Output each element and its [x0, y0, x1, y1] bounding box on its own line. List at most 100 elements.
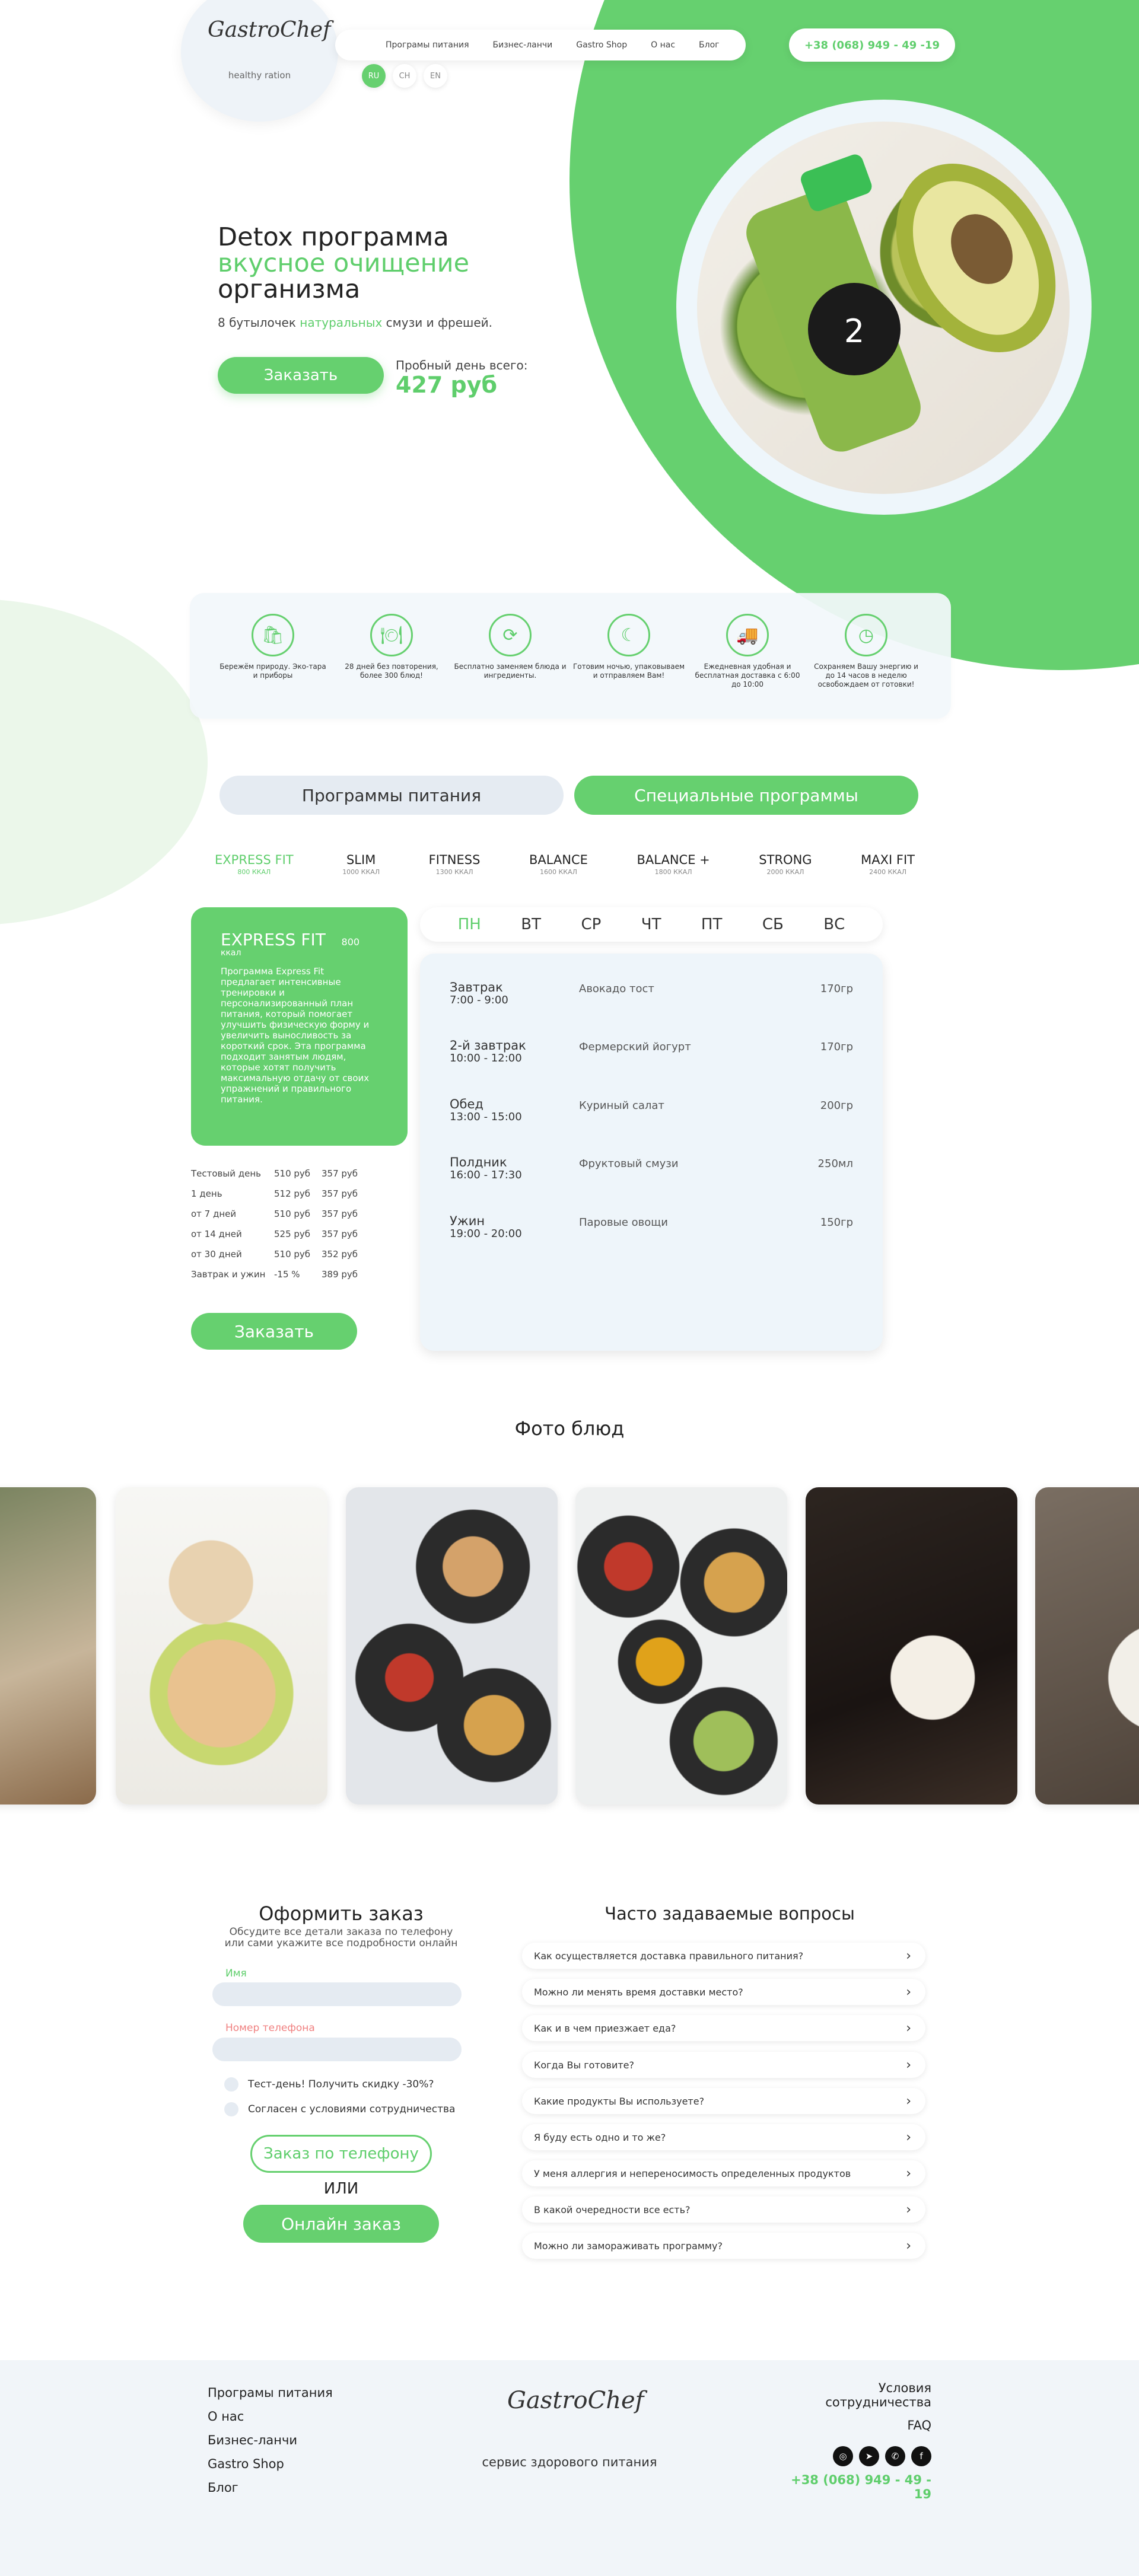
footer-link-shop[interactable]: Gastro Shop	[208, 2452, 333, 2476]
trial-discount-checkbox[interactable]: Тест-день! Получить скидку -30%?	[224, 2077, 434, 2092]
nav-item-business-lunch[interactable]: Бизнес-ланчи	[493, 40, 553, 50]
hero-order-button[interactable]: Заказать	[218, 357, 384, 394]
order-by-phone-button[interactable]: Заказ по телефону	[250, 2135, 432, 2173]
faq-item[interactable]: Когда Вы готовите? ›	[522, 2052, 925, 2078]
tab-day-thu[interactable]: ЧТ	[641, 916, 661, 933]
footer-link-programs[interactable]: Програмы питания	[208, 2381, 333, 2405]
tab-day-fri[interactable]: ПТ	[701, 916, 722, 933]
faq-item[interactable]: Можно ли замораживать программу? ›	[522, 2233, 925, 2259]
nav-item-programs[interactable]: Програмы питания	[386, 40, 469, 50]
footer-terms-link[interactable]: Условия сотрудничества	[771, 2381, 931, 2409]
tab-nutrition-programs[interactable]: Программы питания	[219, 776, 564, 815]
tab-day-mon[interactable]: ПН	[458, 916, 481, 933]
nav-item-about[interactable]: О нас	[651, 40, 675, 50]
tab-day-tue[interactable]: ВТ	[521, 916, 541, 933]
meal-row: Обед 13:00 - 15:00 Куриный салат 200гр	[450, 1098, 853, 1123]
telegram-icon[interactable]: ➤	[859, 2446, 879, 2466]
weekday-tabs: ПН ВТ СР ЧТ ПТ СБ ВС	[420, 907, 883, 942]
footer-link-about[interactable]: О нас	[208, 2405, 333, 2428]
meal-weight: 250мл	[817, 1158, 853, 1170]
name-field[interactable]	[212, 1982, 462, 2006]
faq-item[interactable]: Как осуществляется доставка правильного …	[522, 1943, 925, 1969]
feature-delivery: 🚚 Ежедневная удобная и бесплатная доставк…	[691, 614, 804, 689]
faq-item[interactable]: У меня аллергия и непереносимость опреде…	[522, 2160, 925, 2186]
plan-fitness[interactable]: FITNESS 1300 ККАЛ	[429, 853, 481, 876]
order-form-subtitle: Обсудите все детали заказа по телефону ил…	[211, 1927, 472, 1949]
faq-question: У меня аллергия и непереносимость опреде…	[534, 2167, 851, 2179]
dish-photo[interactable]	[1035, 1487, 1139, 1805]
viber-icon[interactable]: ✆	[885, 2446, 905, 2466]
swap-icon: ⟳	[489, 614, 532, 656]
plan-balance-plus[interactable]: BALANCE +1800 ККАЛ	[637, 853, 710, 876]
program-order-button[interactable]: Заказать	[191, 1313, 357, 1350]
tab-day-sun[interactable]: ВС	[823, 916, 845, 933]
dish-photo[interactable]	[116, 1487, 327, 1805]
slider-dot-1[interactable]	[543, 515, 552, 523]
checkbox-circle[interactable]	[224, 2102, 238, 2116]
faq-title: Часто задаваемые вопросы	[605, 1904, 855, 1924]
tab-day-sat[interactable]: СБ	[762, 916, 784, 933]
header-phone-button[interactable]: +38 (068) 949 - 49 -19	[789, 28, 955, 62]
slider-prev-icon[interactable]: ‹	[534, 512, 539, 525]
meal-name: 2-й завтрак	[450, 1038, 526, 1053]
faq-item[interactable]: В какой очередности все есть? ›	[522, 2196, 925, 2223]
plan-slim[interactable]: SLIM 1000 ККАЛ	[342, 853, 380, 876]
hero-photo-illustration: 2	[746, 154, 1056, 452]
terms-checkbox[interactable]: Согласен с условиями сотрудничества	[224, 2102, 455, 2116]
nav-item-blog[interactable]: Блог	[699, 40, 719, 50]
tab-day-wed[interactable]: СР	[581, 916, 601, 933]
faq-question: Можно ли замораживать программу?	[534, 2240, 723, 2252]
online-order-button[interactable]: Онлайн заказ	[243, 2205, 439, 2243]
dish-photo[interactable]	[806, 1487, 1017, 1805]
footer-phone[interactable]: +38 (068) 949 - 49 - 19	[771, 2473, 931, 2501]
checkbox-circle[interactable]	[224, 2077, 238, 2092]
lang-ru[interactable]: RU	[362, 64, 386, 88]
plan-name: FITNESS	[428, 853, 481, 867]
faq-item[interactable]: Можно ли менять время доставки место? ›	[522, 1979, 925, 2005]
lang-en[interactable]: EN	[424, 64, 447, 88]
trial-price: 427 руб	[396, 372, 498, 398]
plan-name: MAXI FIT	[861, 853, 915, 867]
faq-item[interactable]: Как и в чем приезжает еда? ›	[522, 2015, 925, 2041]
plan-kcal: 800 ККАЛ	[237, 868, 271, 876]
footer-faq-link[interactable]: FAQ	[771, 2418, 931, 2432]
hero-title: Detox программа вкусное очищение организ…	[218, 224, 469, 302]
facebook-icon[interactable]: f	[911, 2446, 931, 2466]
feature-night-cooking: ☾ Готовим ночью, упаковываем и отправляем…	[572, 614, 685, 680]
chevron-right-icon: ›	[906, 1984, 911, 2000]
meal-row: Ужин 19:00 - 20:00 Паровые овощи 150гр	[450, 1215, 853, 1240]
price-old: 510 руб	[274, 1249, 311, 1260]
phone-field[interactable]	[212, 2038, 462, 2061]
footer-link-business-lunch[interactable]: Бизнес-ланчи	[208, 2428, 333, 2452]
faq-item[interactable]: Какие продукты Вы используете? ›	[522, 2088, 925, 2114]
plan-maxi-fit[interactable]: MAXI FIT 2400 ККАЛ	[861, 853, 915, 876]
instagram-icon[interactable]: ◎	[833, 2446, 853, 2466]
footer-link-blog[interactable]: Блог	[208, 2476, 333, 2500]
nav-item-shop[interactable]: Gastro Shop	[576, 40, 627, 50]
feature-text: 28 дней без повторения, более 300 блюд!	[345, 662, 438, 680]
footer-logo[interactable]: GastroChef	[507, 2387, 644, 2414]
table-row: Завтрак и ужин -15 % 389 руб	[191, 1264, 399, 1284]
dish-photo[interactable]	[0, 1487, 96, 1805]
tab-special-programs[interactable]: Специальные программы	[574, 776, 918, 815]
faq-item[interactable]: Я буду есть одно и то же? ›	[522, 2124, 925, 2150]
footer-nav: Програмы питания О нас Бизнес-ланчи Gast…	[208, 2381, 333, 2500]
dish-photo[interactable]	[575, 1487, 787, 1805]
meal-dish: Куриный салат	[579, 1099, 664, 1112]
slider-dot-2[interactable]	[556, 515, 565, 523]
plan-express-fit[interactable]: EXPRESS FIT 800 ККАЛ	[215, 853, 294, 876]
lang-ch[interactable]: CH	[393, 64, 416, 88]
meal-dish: Авокадо тост	[579, 983, 654, 995]
plan-name: BALANCE	[529, 853, 588, 867]
meal-time: 19:00 - 20:00	[450, 1228, 522, 1240]
meal-weight: 170гр	[820, 1041, 853, 1053]
price-old: 510 руб	[274, 1209, 311, 1219]
plan-balance[interactable]: BALANCE 1600 ККАЛ	[529, 853, 588, 876]
dish-photo[interactable]	[346, 1487, 558, 1805]
meal-name: Обед	[450, 1097, 483, 1111]
slider-dot-3[interactable]	[570, 515, 578, 523]
slider-next-icon[interactable]: ›	[583, 512, 588, 525]
plan-kcal: 1000 ККАЛ	[342, 868, 380, 876]
plan-strong[interactable]: STRONG 2000 ККАЛ	[759, 853, 812, 876]
logo[interactable]: GastroChef	[208, 18, 330, 42]
